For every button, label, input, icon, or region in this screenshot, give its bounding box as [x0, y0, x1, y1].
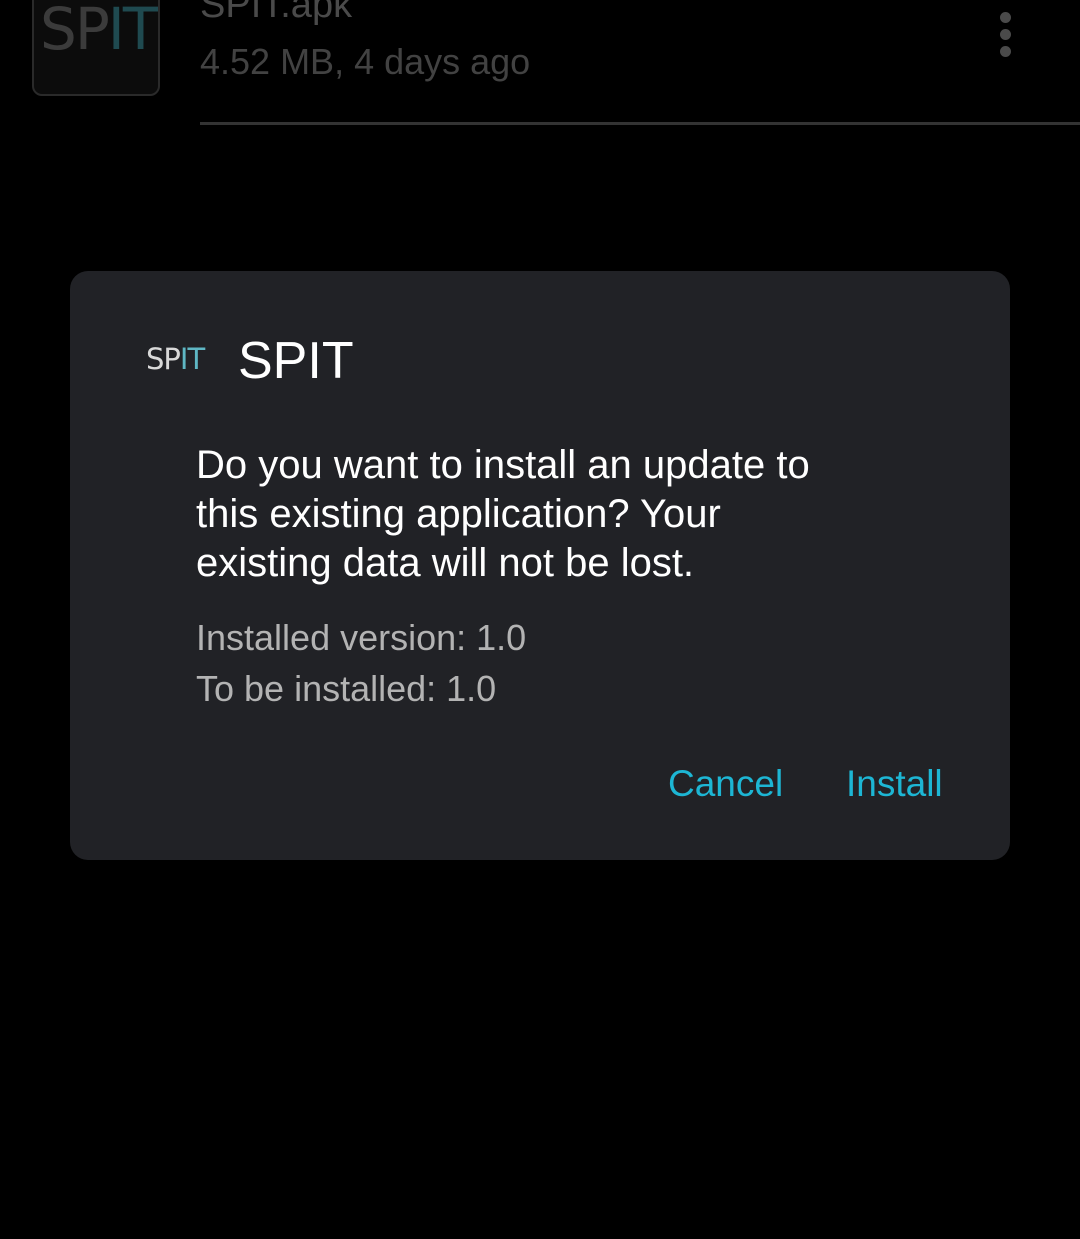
app-logo-icon: SPIT — [40, 0, 158, 58]
new-version: To be installed: 1.0 — [196, 671, 496, 707]
logo-text-right: IT — [107, 0, 158, 63]
dialog-title: SPIT — [238, 332, 354, 390]
install-button[interactable]: Install — [846, 765, 943, 802]
file-name: SPIT.apk — [200, 0, 353, 26]
install-dialog: SPIT SPIT Do you want to install an upda… — [70, 271, 1010, 860]
divider — [200, 122, 1080, 125]
logo-text-left: SP — [40, 0, 110, 63]
screen: SPIT SPIT.apk 4.52 MB, 4 days ago SPIT S… — [0, 0, 1080, 1239]
installed-version-label: Installed version: — [196, 617, 467, 658]
more-vert-icon[interactable] — [990, 6, 1020, 62]
installed-version-value: 1.0 — [476, 617, 527, 658]
new-version-value: 1.0 — [446, 668, 497, 709]
file-list-item[interactable]: SPIT SPIT.apk 4.52 MB, 4 days ago — [0, 0, 1080, 126]
file-meta: 4.52 MB, 4 days ago — [200, 41, 531, 82]
file-thumbnail: SPIT — [32, 0, 160, 96]
app-icon: SPIT — [146, 342, 205, 376]
app-icon-text-right: IT — [179, 342, 205, 376]
cancel-button[interactable]: Cancel — [668, 765, 783, 802]
new-version-label: To be installed: — [196, 668, 437, 709]
installed-version: Installed version: 1.0 — [196, 620, 526, 656]
dialog-message: Do you want to install an update to this… — [196, 443, 810, 585]
app-icon-text-left: SP — [146, 342, 181, 376]
